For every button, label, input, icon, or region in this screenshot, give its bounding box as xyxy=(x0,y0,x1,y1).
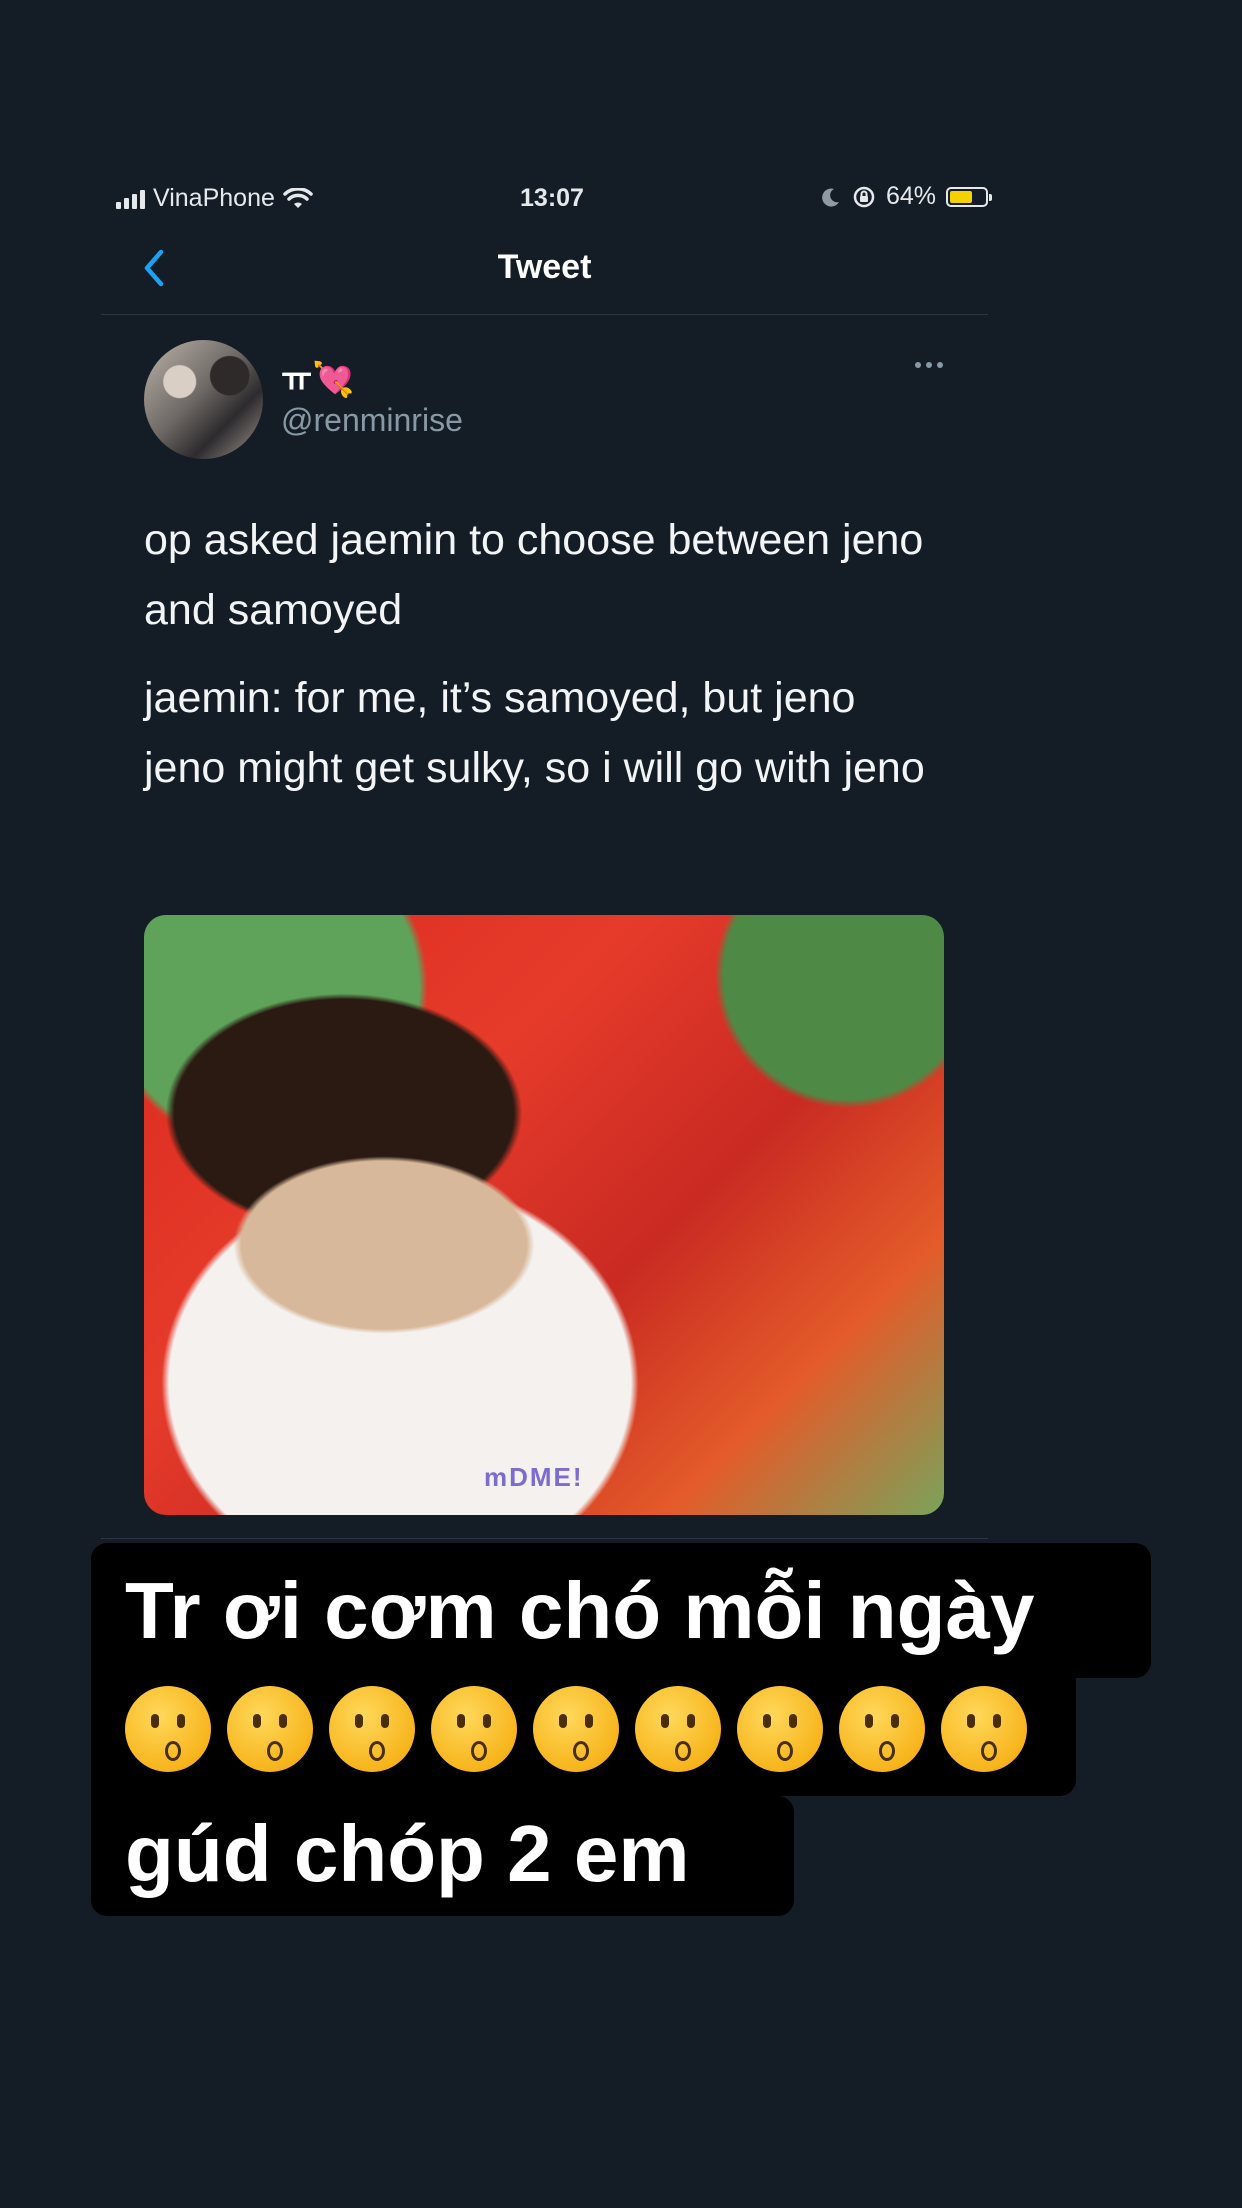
kissing-face-emoji-icon xyxy=(533,1685,619,1772)
display-name[interactable]: ㅠ💘 xyxy=(281,352,355,401)
more-options-icon[interactable] xyxy=(915,362,943,368)
caption-line-1: Tr ơi cơm chó mỗi ngày xyxy=(91,1543,1151,1678)
kissing-face-emoji-icon xyxy=(635,1685,721,1772)
kissing-face-emoji-icon xyxy=(125,1685,211,1772)
caption-emoji-row xyxy=(91,1661,1076,1796)
avatar[interactable] xyxy=(144,340,263,459)
page-title: Tweet xyxy=(497,248,592,286)
kissing-face-emoji-icon xyxy=(737,1685,823,1772)
kissing-face-emoji-icon xyxy=(329,1685,415,1772)
kissing-face-emoji-icon xyxy=(227,1685,313,1772)
divider xyxy=(101,1538,988,1539)
status-bar: VinaPhone 13:07 64% xyxy=(116,180,992,220)
tweet-screen: VinaPhone 13:07 64% Tweet ㅠ💘 @renminrise… xyxy=(101,0,992,1540)
tweet-media-image[interactable]: mDME! xyxy=(144,915,944,1515)
orientation-lock-icon xyxy=(853,186,875,207)
status-right: 64% xyxy=(820,182,992,211)
battery-icon xyxy=(946,186,992,207)
caption-line-3: gúd chóp 2 em xyxy=(91,1796,794,1916)
battery-percent: 64% xyxy=(885,182,936,210)
moon-icon xyxy=(822,188,839,207)
tweet-paragraph: jaemin: for me, it’s samoyed, but jeno j… xyxy=(144,674,925,792)
kissing-face-emoji-icon xyxy=(431,1685,517,1772)
kissing-face-emoji-icon xyxy=(941,1685,1027,1772)
tweet-text: op asked jaemin to choose between jeno a… xyxy=(144,505,944,821)
nav-bar: Tweet xyxy=(101,240,988,315)
user-handle[interactable]: @renminrise xyxy=(281,402,463,439)
media-watermark: mDME! xyxy=(484,1462,584,1492)
tweet-paragraph: op asked jaemin to choose between jeno a… xyxy=(144,516,924,634)
battery-fill xyxy=(950,190,972,203)
kissing-face-emoji-icon xyxy=(839,1685,925,1772)
